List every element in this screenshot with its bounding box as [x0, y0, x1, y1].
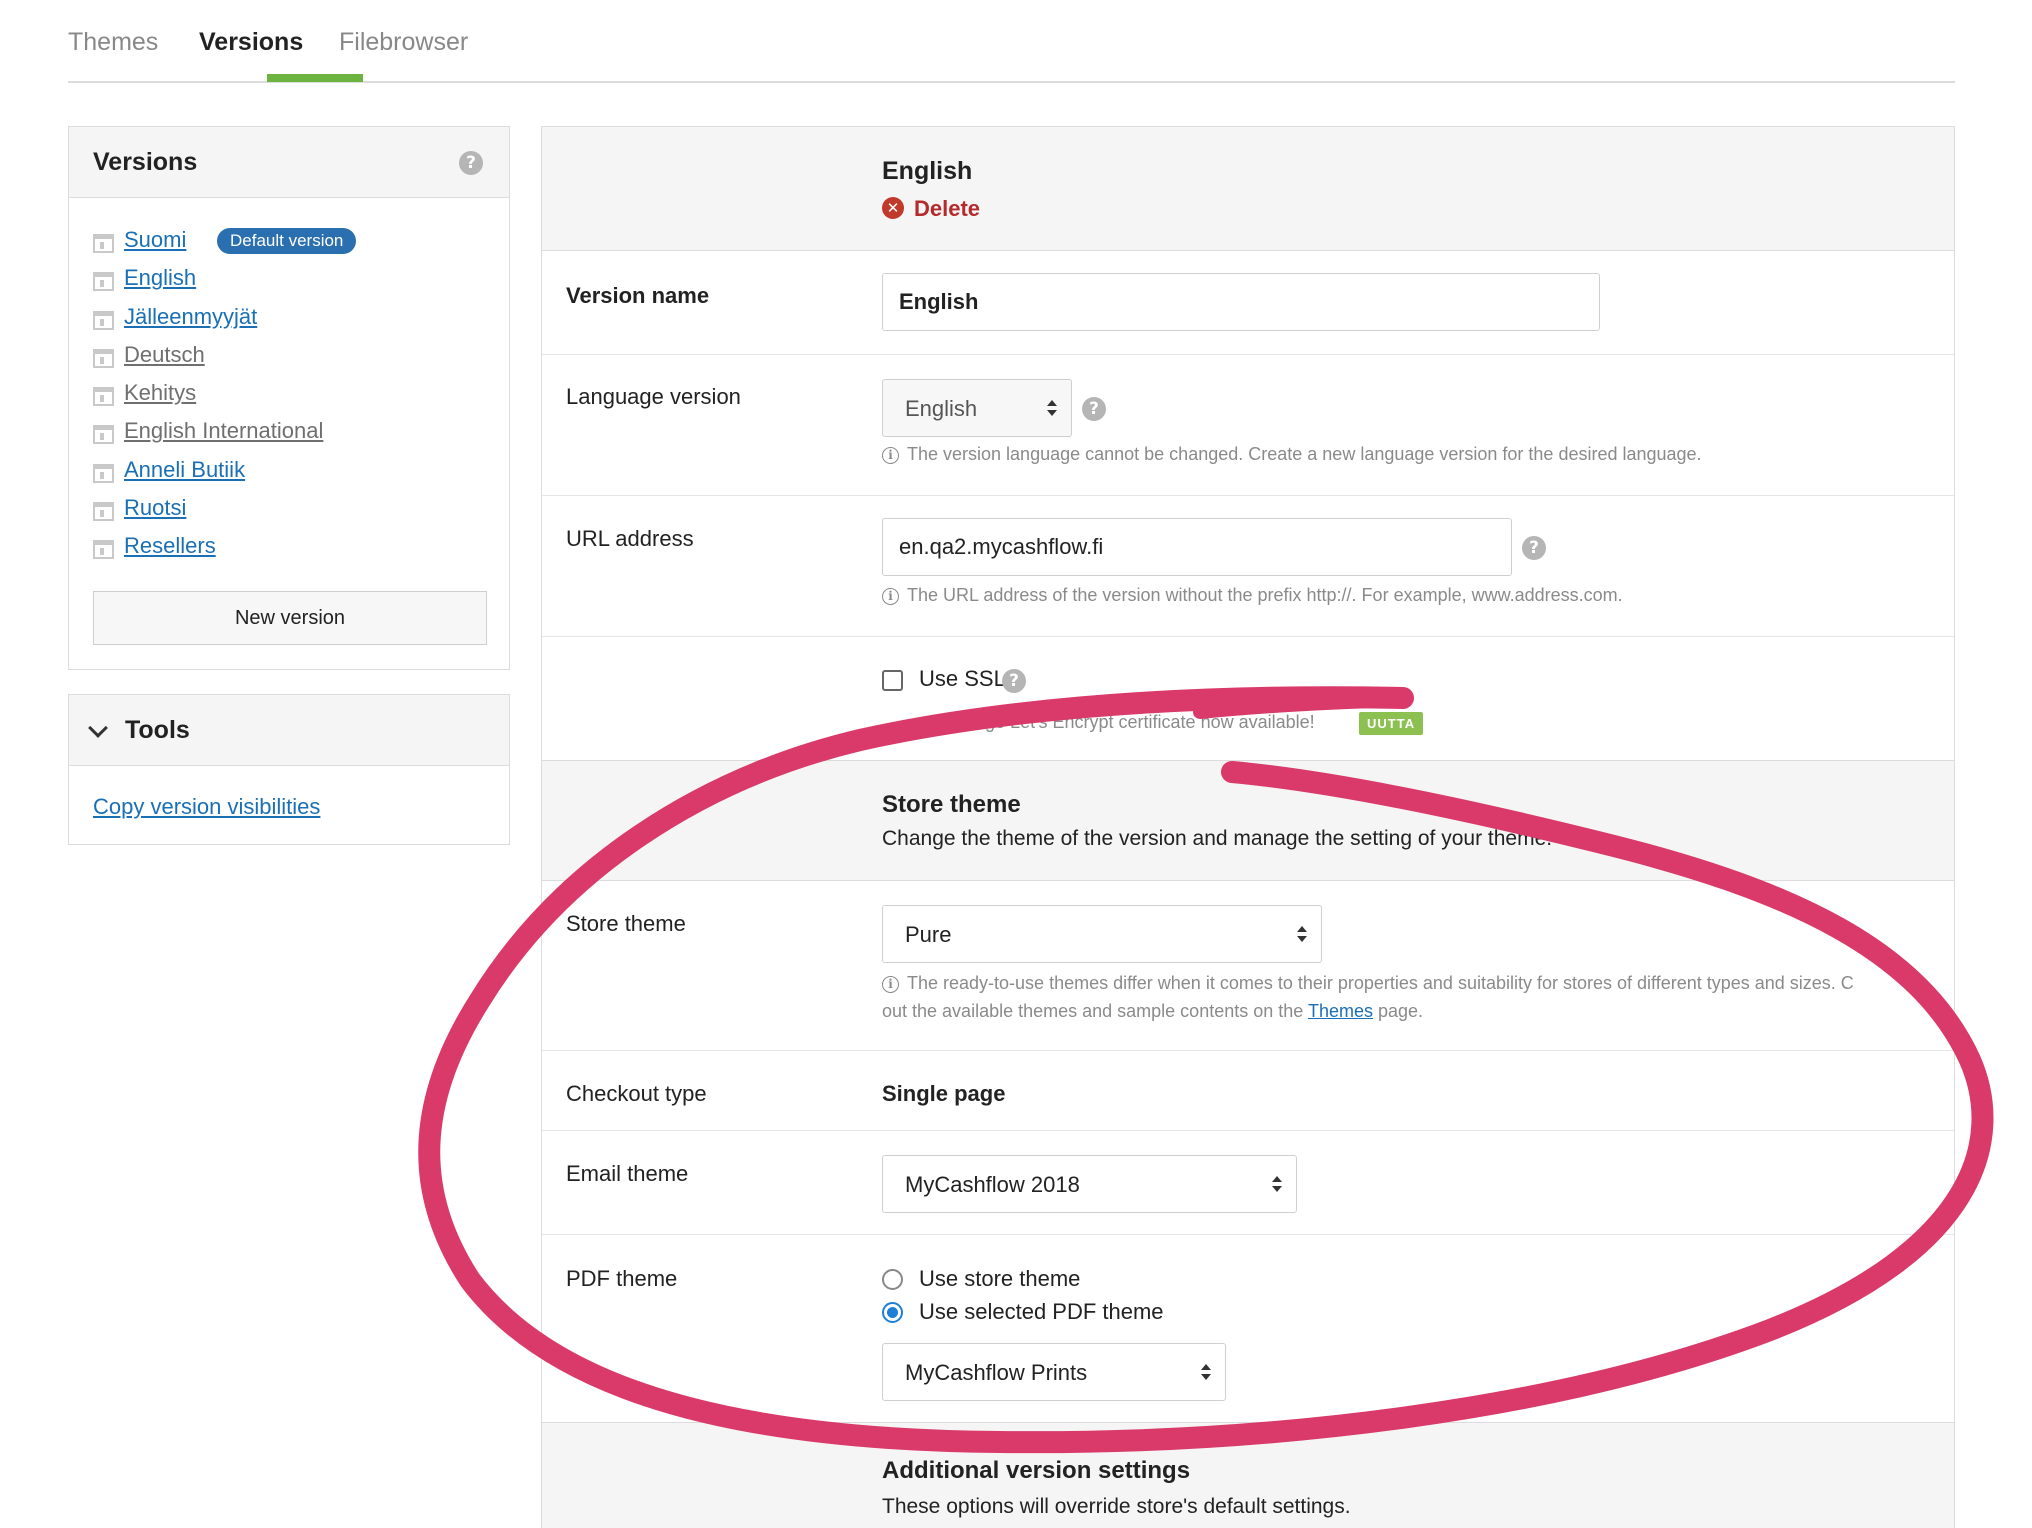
use-selected-pdf-theme-radio[interactable]: [882, 1302, 903, 1323]
delete-label: Delete: [914, 196, 981, 221]
version-link-jalleenmyyjat[interactable]: Jälleenmyyjät: [124, 304, 257, 330]
version-link-english-international[interactable]: English International: [124, 418, 323, 444]
language-version-label: Language version: [566, 384, 741, 409]
pdf-theme-label: PDF theme: [566, 1266, 678, 1291]
additional-settings-subtitle: These options will override store's defa…: [882, 1495, 1351, 1518]
copy-version-visibilities-link[interactable]: Copy version visibilities: [93, 794, 320, 820]
select-arrows-icon: [1047, 398, 1057, 420]
active-tab-indicator: [267, 74, 363, 82]
info-icon: i: [882, 447, 899, 464]
version-name-row: Version name: [542, 251, 1954, 355]
additional-settings-title: Additional version settings: [882, 1457, 1191, 1484]
store-theme-row: Store theme Pure i The ready-to-use theme…: [542, 881, 1954, 1051]
language-version-hint: i The version language cannot be changed.…: [882, 444, 1702, 465]
tab-filebrowser[interactable]: Filebrowser: [339, 28, 468, 57]
store-icon: [93, 310, 114, 330]
checkout-type-value: Single page: [882, 1081, 1006, 1106]
versions-panel: Versions ? Suomi Default version English…: [68, 126, 510, 670]
store-icon: [93, 540, 114, 560]
new-version-button[interactable]: New version: [93, 591, 487, 645]
version-link-resellers[interactable]: Resellers: [124, 533, 216, 559]
version-link-anneli-butiik[interactable]: Anneli Butiik: [124, 457, 245, 483]
url-address-input[interactable]: [882, 518, 1512, 576]
use-ssl-checkbox[interactable]: [882, 670, 903, 691]
use-ssl-label: Use SSL: [919, 666, 1006, 691]
use-store-theme-label: Use store theme: [919, 1266, 1081, 1291]
version-header: English ✕ Delete: [542, 127, 1954, 251]
version-link-suomi[interactable]: Suomi: [124, 227, 186, 253]
store-theme-label: Store theme: [566, 911, 686, 936]
store-icon: [93, 234, 114, 253]
email-theme-value: MyCashflow 2018: [905, 1172, 1080, 1197]
store-icon: [93, 463, 114, 483]
additional-settings-section-header: Additional version settings These option…: [542, 1423, 1954, 1528]
close-circle-icon: ✕: [882, 197, 904, 220]
chevron-down-icon: [88, 718, 108, 738]
store-theme-section-header: Store theme Change the theme of the vers…: [542, 761, 1954, 881]
versions-panel-header: Versions ?: [69, 127, 509, 198]
version-link-kehitys[interactable]: Kehitys: [124, 380, 196, 406]
email-theme-select[interactable]: MyCashflow 2018: [882, 1155, 1297, 1213]
tab-themes[interactable]: Themes: [68, 28, 158, 57]
language-version-value: English: [905, 396, 978, 421]
language-version-select[interactable]: English: [882, 379, 1072, 437]
versions-panel-title: Versions: [93, 148, 198, 176]
url-address-label: URL address: [566, 526, 694, 551]
store-theme-hint-line2: out the available themes and sample cont…: [882, 1001, 1424, 1021]
use-selected-pdf-theme-label: Use selected PDF theme: [919, 1299, 1164, 1324]
store-icon: [93, 425, 114, 445]
version-name-input[interactable]: [882, 273, 1600, 331]
info-icon: i: [882, 976, 899, 993]
version-name-label: Version name: [566, 283, 710, 308]
ssl-hint: … of charge Let's Encrypt certificate no…: [907, 712, 1315, 732]
pdf-theme-value: MyCashflow Prints: [905, 1360, 1088, 1385]
store-theme-hint-line1: i The ready-to-use themes differ when it …: [882, 973, 1854, 994]
url-address-row: URL address ? iThe URL address of the ve…: [542, 496, 1954, 637]
version-settings-panel: English ✕ Delete Version name Language ve…: [541, 126, 1955, 1528]
email-theme-row: Email theme MyCashflow 2018: [542, 1131, 1954, 1235]
email-theme-label: Email theme: [566, 1161, 689, 1186]
select-arrows-icon: [1201, 1362, 1211, 1384]
store-theme-section-subtitle: Change the theme of the version and mana…: [882, 827, 1553, 850]
tab-versions[interactable]: Versions: [199, 28, 303, 57]
page-title: English: [882, 157, 973, 185]
store-theme-value: Pure: [905, 922, 952, 947]
store-icon: [93, 348, 114, 368]
help-icon[interactable]: ?: [1522, 536, 1546, 560]
help-icon[interactable]: ?: [1082, 397, 1106, 421]
checkout-type-label: Checkout type: [566, 1081, 707, 1106]
version-link-deutsch[interactable]: Deutsch: [124, 342, 205, 368]
store-theme-select[interactable]: Pure: [882, 905, 1322, 963]
store-icon: [93, 272, 114, 292]
themes-link[interactable]: Themes: [1308, 1001, 1373, 1021]
help-icon[interactable]: ?: [1002, 669, 1026, 693]
store-icon: [93, 502, 114, 522]
version-link-ruotsi[interactable]: Ruotsi: [124, 495, 186, 521]
delete-button[interactable]: ✕ Delete: [882, 196, 980, 222]
new-badge: UUTTA: [1359, 712, 1424, 735]
tools-panel-title: Tools: [125, 716, 190, 744]
checkout-type-row: Checkout type Single page: [542, 1051, 1954, 1131]
store-theme-section-title: Store theme: [882, 791, 1021, 818]
language-version-row: Language version English ? i The version …: [542, 355, 1954, 496]
top-tabs: Themes Versions Filebrowser: [68, 0, 1955, 83]
store-icon: [93, 387, 114, 407]
use-store-theme-radio[interactable]: [882, 1269, 903, 1290]
url-address-hint: i The URL address of the version without …: [882, 585, 1623, 606]
pdf-theme-select[interactable]: MyCashflow Prints: [882, 1343, 1226, 1401]
info-icon: i: [882, 588, 899, 605]
tools-panel: Tools Copy version visibilities: [68, 694, 510, 845]
tools-panel-header[interactable]: Tools: [69, 695, 509, 766]
help-icon[interactable]: ?: [459, 151, 483, 175]
default-version-badge: Default version: [217, 228, 357, 254]
version-link-english[interactable]: English: [124, 265, 196, 291]
ssl-row: Use SSL ? … of charge Let's Encrypt cert…: [542, 637, 1954, 761]
select-arrows-icon: [1272, 1174, 1282, 1196]
pdf-theme-row: PDF theme Use store theme Use selected P…: [542, 1235, 1954, 1423]
select-arrows-icon: [1297, 924, 1307, 946]
